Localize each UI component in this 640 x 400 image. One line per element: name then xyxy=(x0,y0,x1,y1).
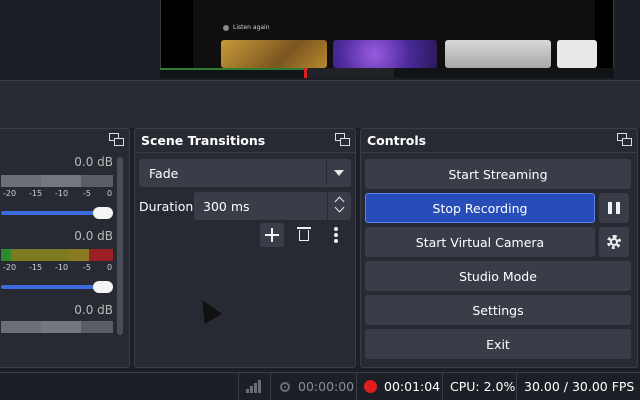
add-transition-button[interactable] xyxy=(260,223,284,247)
preview-thumbnail xyxy=(557,40,597,68)
settings-button[interactable]: Settings xyxy=(365,295,631,325)
scene-transitions-dock: Scene Transitions Fade Duration 300 ms xyxy=(134,128,356,368)
stream-time: 00:00:00 xyxy=(298,379,355,394)
exit-button[interactable]: Exit xyxy=(365,329,631,359)
fps-readout: 30.00 / 30.00 FPS xyxy=(524,379,635,394)
transition-properties-button[interactable] xyxy=(324,223,348,247)
timeline-playhead[interactable] xyxy=(304,68,307,78)
controls-dock: Controls Start Streaming Stop Recording … xyxy=(360,128,638,368)
undock-icon[interactable] xyxy=(109,133,125,147)
dock-title: Scene Transitions xyxy=(135,129,355,153)
transition-select-value: Fade xyxy=(149,165,179,181)
duration-value: 300 ms xyxy=(203,198,250,214)
transition-select[interactable]: Fade xyxy=(139,159,351,187)
record-time: 00:01:04 xyxy=(384,379,441,394)
more-vertical-icon xyxy=(334,227,338,231)
status-bar: 00:00:00 00:01:04 CPU: 2.0% 30.00 / 30.0… xyxy=(0,372,640,400)
pause-icon xyxy=(608,202,612,214)
pause-recording-button[interactable] xyxy=(599,193,629,223)
preview-timeline[interactable] xyxy=(160,68,614,78)
undock-icon[interactable] xyxy=(335,133,351,147)
volume-db-label: 0.0 dB xyxy=(74,229,113,243)
program-preview[interactable]: Listen again xyxy=(160,0,614,68)
volume-slider-handle[interactable] xyxy=(93,207,113,219)
volume-db-label: 0.0 dB xyxy=(74,303,113,317)
record-icon xyxy=(364,380,377,393)
duration-label: Duration xyxy=(139,199,194,214)
timeline-buffer xyxy=(308,68,394,78)
preview-thumbnail xyxy=(333,40,437,68)
volume-slider-handle[interactable] xyxy=(93,281,113,293)
start-virtual-camera-button[interactable]: Start Virtual Camera xyxy=(365,227,595,257)
scene-area-background xyxy=(0,80,640,128)
undock-icon[interactable] xyxy=(617,133,633,147)
studio-mode-button[interactable]: Studio Mode xyxy=(365,261,631,291)
volume-meter xyxy=(1,321,113,333)
preview-thumbnail xyxy=(221,40,327,68)
volume-slider[interactable] xyxy=(1,281,113,293)
chevron-down-icon[interactable] xyxy=(334,202,345,213)
virtual-camera-settings-button[interactable] xyxy=(599,227,629,257)
dock-title: Controls xyxy=(361,129,637,153)
spin-buttons xyxy=(327,192,351,220)
meter-scale: -20 -15 -10 -5 0 xyxy=(3,263,113,272)
trash-icon xyxy=(297,227,311,229)
volume-meter xyxy=(1,175,113,187)
preview-avatar xyxy=(223,25,229,31)
preview-area: Listen again xyxy=(0,0,640,80)
duration-spinbox[interactable]: 300 ms xyxy=(194,192,351,220)
volume-slider[interactable] xyxy=(1,207,113,219)
preview-thumbnail xyxy=(445,40,551,68)
volume-db-label: 0.0 dB xyxy=(74,155,113,169)
mixer-scrollbar[interactable] xyxy=(117,157,123,335)
chevron-down-icon[interactable] xyxy=(334,170,344,176)
stop-recording-button[interactable]: Stop Recording xyxy=(365,193,595,223)
cpu-usage: CPU: 2.0% xyxy=(450,379,516,394)
broadcast-icon xyxy=(280,382,290,392)
audio-mixer-dock: 0.0 dB -20 -15 -10 -5 0 0.0 dB -20 -15 - xyxy=(0,128,130,368)
remove-transition-button[interactable] xyxy=(292,223,316,247)
preview-capture: Listen again xyxy=(193,0,597,68)
signal-icon xyxy=(246,373,264,400)
start-streaming-button[interactable]: Start Streaming xyxy=(365,159,631,189)
preview-caption: Listen again xyxy=(233,24,270,31)
meter-scale: -20 -15 -10 -5 0 xyxy=(3,189,113,198)
volume-meter xyxy=(1,249,113,261)
